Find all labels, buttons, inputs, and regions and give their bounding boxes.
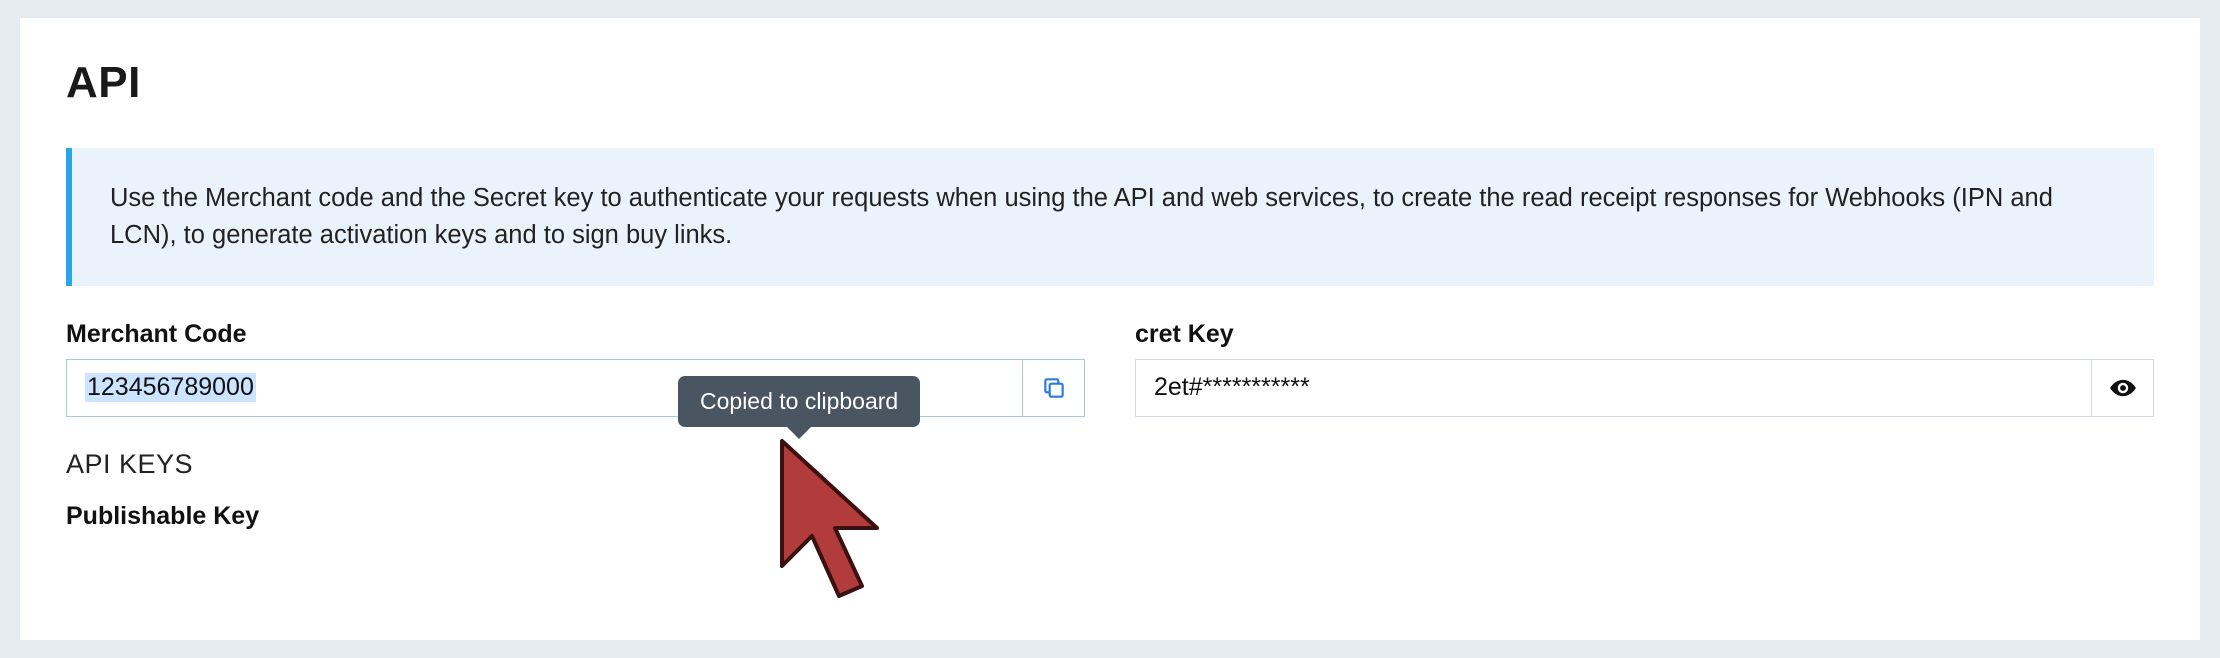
- secret-key-input[interactable]: 2et#***********: [1135, 359, 2092, 417]
- eye-icon: [2109, 374, 2137, 402]
- secret-key-input-group: 2et#***********: [1135, 359, 2154, 417]
- copied-tooltip: Copied to clipboard: [678, 376, 920, 427]
- copy-merchant-code-button[interactable]: [1023, 359, 1085, 417]
- merchant-code-field: Merchant Code 123456789000: [66, 320, 1085, 417]
- merchant-code-value: 123456789000: [85, 373, 256, 402]
- secret-key-label: cret Key: [1135, 320, 2154, 349]
- publishable-key-label: Publishable Key: [66, 502, 2154, 531]
- api-settings-card: API Use the Merchant code and the Secret…: [20, 18, 2200, 640]
- secret-key-value: 2et#***********: [1154, 373, 1310, 402]
- info-banner: Use the Merchant code and the Secret key…: [66, 148, 2154, 286]
- page-title: API: [66, 58, 2154, 108]
- credentials-row: Merchant Code 123456789000 cret Key: [66, 320, 2154, 417]
- copy-icon: [1041, 375, 1067, 401]
- merchant-code-input-group: 123456789000: [66, 359, 1085, 417]
- merchant-code-label: Merchant Code: [66, 320, 1085, 349]
- api-keys-heading: API KEYS: [66, 449, 2154, 480]
- reveal-secret-button[interactable]: [2092, 359, 2154, 417]
- secret-key-field: cret Key 2et#***********: [1135, 320, 2154, 417]
